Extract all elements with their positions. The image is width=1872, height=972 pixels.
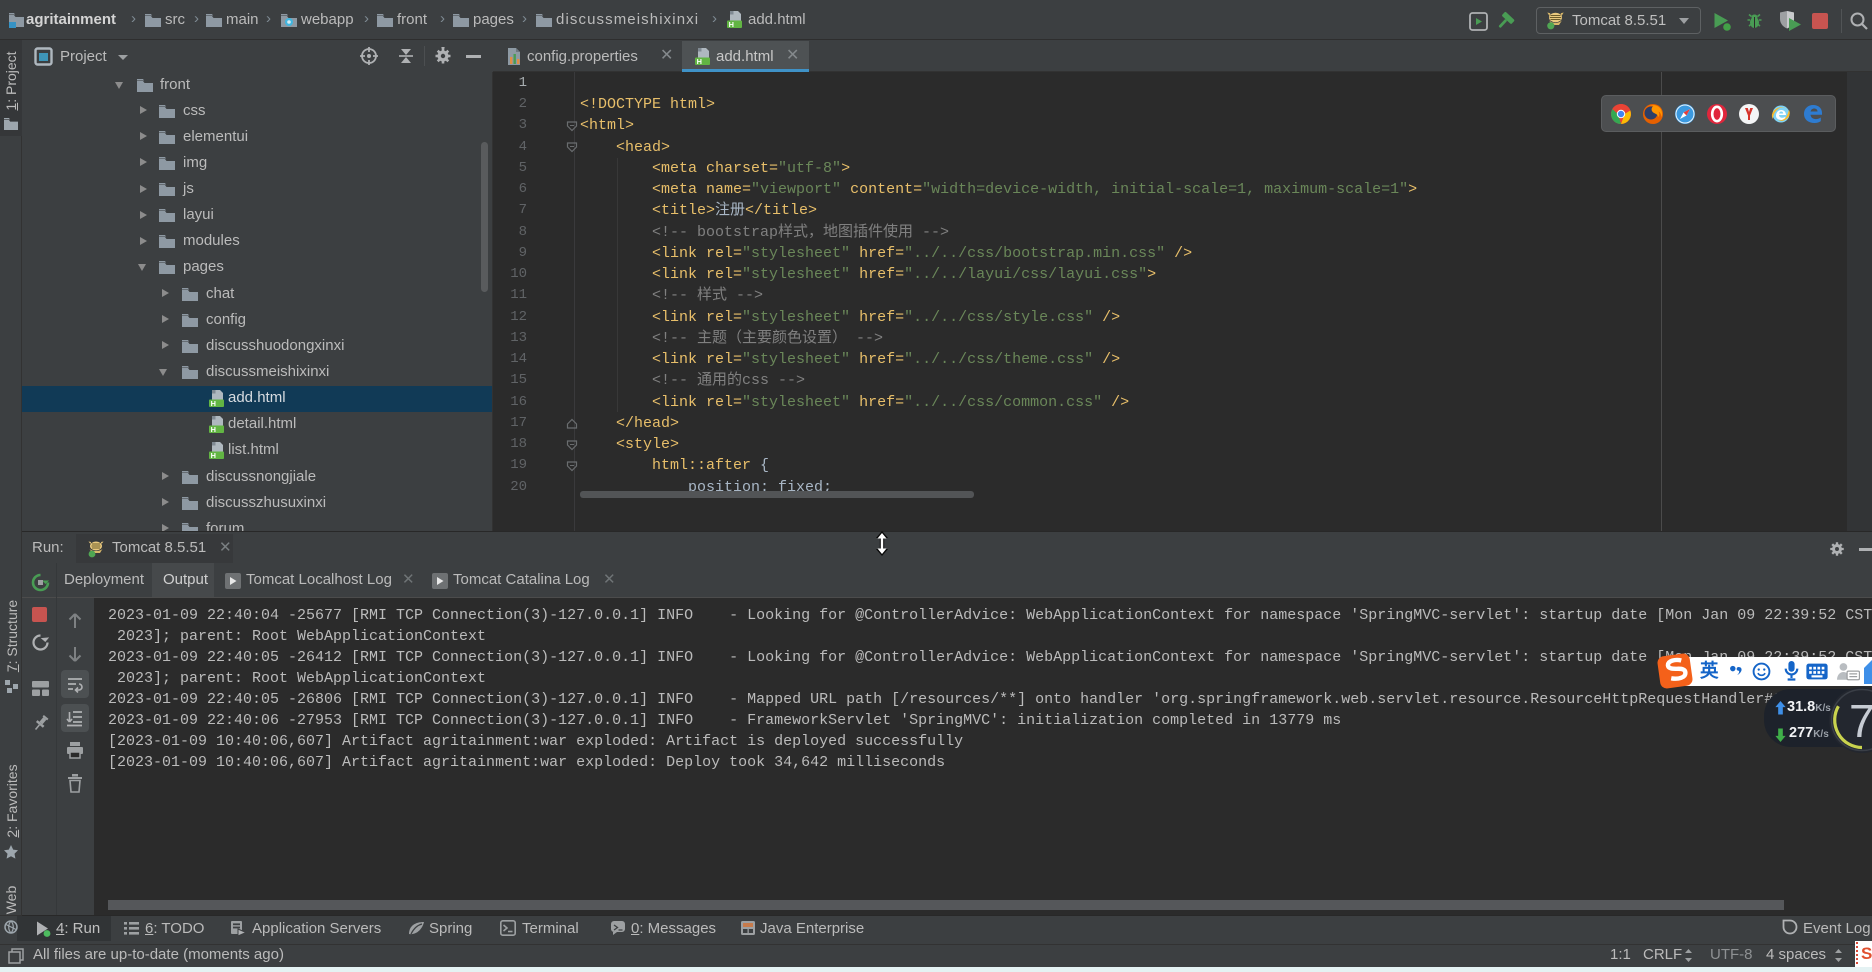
- svg-text:H: H: [211, 451, 216, 459]
- svg-text:H: H: [729, 20, 734, 28]
- svg-text:H: H: [211, 399, 216, 407]
- svg-text:7: 7: [1849, 695, 1872, 747]
- svg-text:H: H: [697, 57, 702, 65]
- svg-text:H: H: [211, 425, 216, 433]
